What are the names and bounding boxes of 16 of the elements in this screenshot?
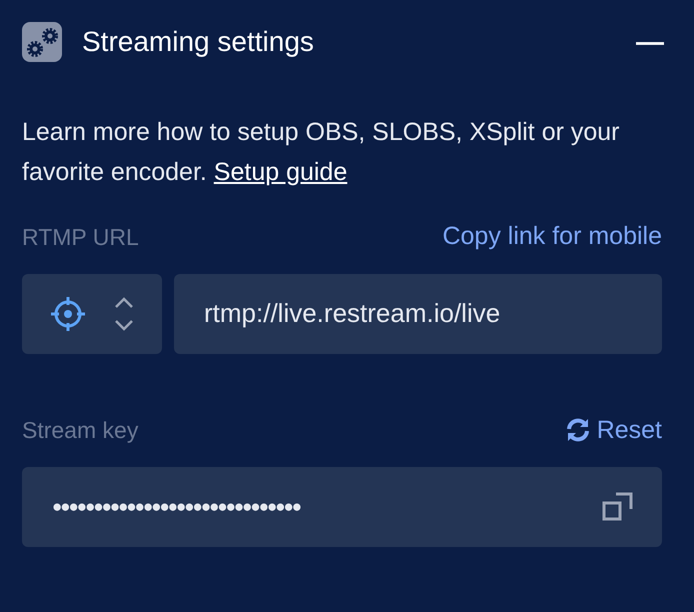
collapse-button[interactable]: — xyxy=(636,28,664,56)
stream-key-field[interactable]: ●●●●●●●●●●●●●●●●●●●●●●●●●●●●●● xyxy=(22,467,662,547)
crosshair-icon xyxy=(50,296,86,332)
chevron-updown-icon xyxy=(114,296,134,330)
setup-guide-link[interactable]: Setup guide xyxy=(214,158,348,186)
refresh-icon xyxy=(564,417,591,444)
copy-link[interactable]: Copy link for mobile xyxy=(442,218,662,256)
field-label: RTMP URL xyxy=(22,222,139,252)
reset-link[interactable]: Reset xyxy=(564,412,662,449)
intro-text: Learn more how to setup OBS, SLOBS, XSplit or your favorite encoder. Setup guide xyxy=(22,117,621,188)
protocol-select[interactable] xyxy=(22,274,162,354)
gears-icon xyxy=(22,22,62,62)
field-label: Stream key xyxy=(22,416,138,445)
rtmp-url-field[interactable]: rtmp://live.restream.io/live xyxy=(174,274,662,354)
panel-title: Streaming settings xyxy=(82,25,314,59)
copy-icon[interactable] xyxy=(602,491,634,523)
